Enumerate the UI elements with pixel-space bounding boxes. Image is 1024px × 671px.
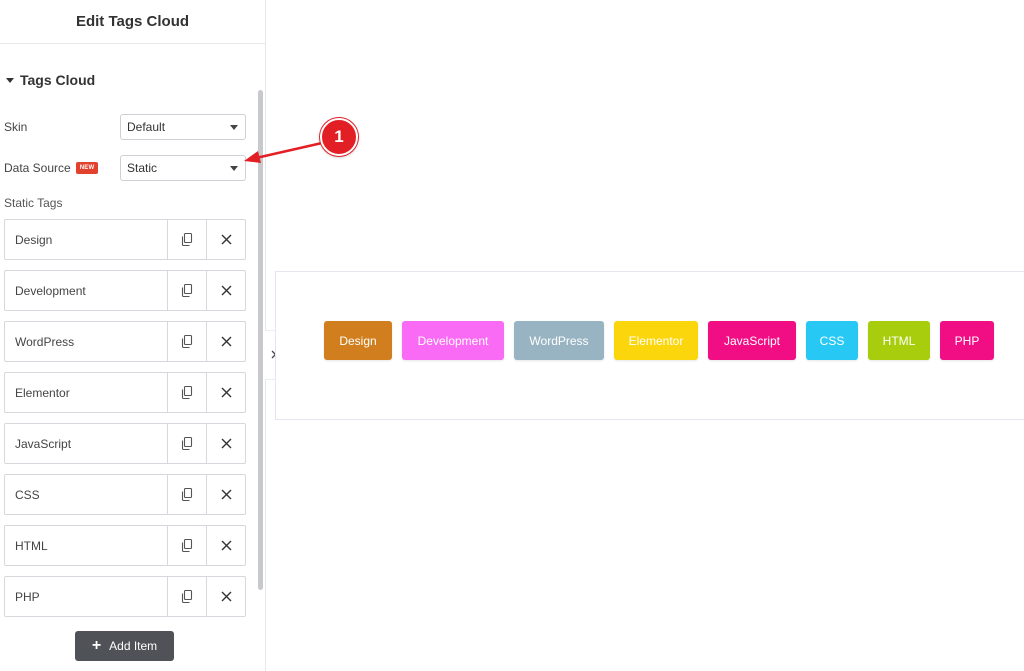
annotation-arrow	[244, 141, 323, 163]
annotation-marker: 1	[320, 118, 358, 156]
